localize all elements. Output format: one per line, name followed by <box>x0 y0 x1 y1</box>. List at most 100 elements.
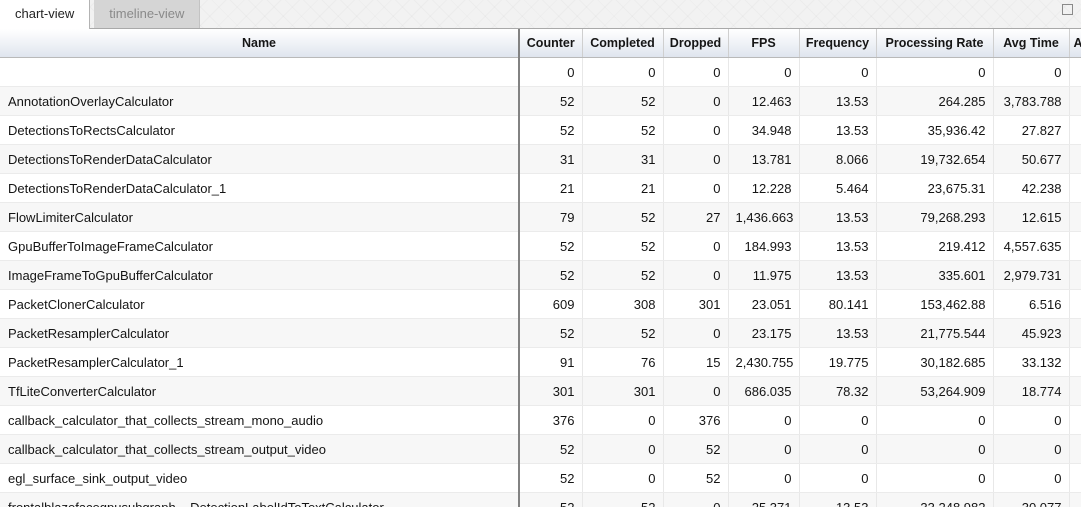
cell-name <box>0 58 519 87</box>
cell-clipped <box>1069 348 1081 377</box>
cell-value: 42.238 <box>993 174 1069 203</box>
cell-value: 0 <box>663 145 728 174</box>
cell-value: 0 <box>663 493 728 507</box>
cell-value: 686.035 <box>728 377 799 406</box>
cell-value: 52 <box>519 464 582 493</box>
table-row[interactable]: frontalblazefacegpusubgraph__DetectionLa… <box>0 493 1081 507</box>
cell-value: 33.132 <box>993 348 1069 377</box>
column-header-frequency[interactable]: Frequency <box>799 29 876 58</box>
cell-clipped <box>1069 290 1081 319</box>
column-header-fps[interactable]: FPS <box>728 29 799 58</box>
cell-value: 34.948 <box>728 116 799 145</box>
cell-value: 0 <box>799 435 876 464</box>
undock-square-icon[interactable] <box>1062 4 1073 15</box>
cell-value: 301 <box>582 377 663 406</box>
cell-value: 76 <box>582 348 663 377</box>
cell-name: PacketResamplerCalculator_1 <box>0 348 519 377</box>
table-row[interactable]: ImageFrameToGpuBufferCalculator5252011.9… <box>0 261 1081 290</box>
cell-value: 52 <box>582 232 663 261</box>
cell-value: 52 <box>582 87 663 116</box>
table-row[interactable]: GpuBufferToImageFrameCalculator52520184.… <box>0 232 1081 261</box>
column-header-a[interactable]: A <box>1069 29 1081 58</box>
cell-value: 52 <box>519 261 582 290</box>
cell-value: 13.53 <box>799 261 876 290</box>
cell-value: 13.781 <box>728 145 799 174</box>
cell-value: 79 <box>519 203 582 232</box>
cell-value: 19,732.654 <box>876 145 993 174</box>
table-row[interactable]: callback_calculator_that_collects_stream… <box>0 435 1081 464</box>
cell-value: 45.923 <box>993 319 1069 348</box>
tab-timeline-view[interactable]: timeline-view <box>94 0 200 28</box>
table-body: 0000000AnnotationOverlayCalculator525201… <box>0 58 1081 507</box>
cell-value: 23.051 <box>728 290 799 319</box>
cell-name: frontalblazefacegpusubgraph__DetectionLa… <box>0 493 519 507</box>
cell-value: 30.077 <box>993 493 1069 507</box>
cell-value: 0 <box>663 377 728 406</box>
table-row[interactable]: 0000000 <box>0 58 1081 87</box>
cell-value: 53,264.909 <box>876 377 993 406</box>
cell-value: 6.516 <box>993 290 1069 319</box>
cell-name: PacketResamplerCalculator <box>0 319 519 348</box>
table-row[interactable]: PacketResamplerCalculator5252023.17513.5… <box>0 319 1081 348</box>
cell-value: 52 <box>519 232 582 261</box>
cell-value: 301 <box>519 377 582 406</box>
cell-value: 219.412 <box>876 232 993 261</box>
cell-value: 184.993 <box>728 232 799 261</box>
cell-value: 13.53 <box>799 493 876 507</box>
cell-value: 0 <box>876 58 993 87</box>
cell-name: DetectionsToRectsCalculator <box>0 116 519 145</box>
cell-value: 0 <box>728 58 799 87</box>
table-row[interactable]: FlowLimiterCalculator7952271,436.66313.5… <box>0 203 1081 232</box>
cell-value: 0 <box>993 58 1069 87</box>
column-header-counter[interactable]: Counter <box>519 29 582 58</box>
cell-value: 0 <box>519 58 582 87</box>
cell-value: 91 <box>519 348 582 377</box>
table-header: NameCounterCompletedDroppedFPSFrequencyP… <box>0 29 1081 58</box>
cell-value: 2,979.731 <box>993 261 1069 290</box>
cell-value: 8.066 <box>799 145 876 174</box>
cell-name: TfLiteConverterCalculator <box>0 377 519 406</box>
cell-value: 78.32 <box>799 377 876 406</box>
cell-value: 3,783.788 <box>993 87 1069 116</box>
table-row[interactable]: PacketClonerCalculator60930830123.05180.… <box>0 290 1081 319</box>
cell-value: 27 <box>663 203 728 232</box>
stats-table: NameCounterCompletedDroppedFPSFrequencyP… <box>0 29 1081 507</box>
cell-value: 31 <box>519 145 582 174</box>
column-header-avg-time[interactable]: Avg Time <box>993 29 1069 58</box>
cell-value: 12.615 <box>993 203 1069 232</box>
column-header-completed[interactable]: Completed <box>582 29 663 58</box>
cell-value: 0 <box>876 435 993 464</box>
cell-clipped <box>1069 203 1081 232</box>
cell-value: 0 <box>663 319 728 348</box>
cell-value: 21 <box>582 174 663 203</box>
cell-value: 0 <box>582 406 663 435</box>
table-row[interactable]: AnnotationOverlayCalculator5252012.46313… <box>0 87 1081 116</box>
column-header-processing-rate[interactable]: Processing Rate <box>876 29 993 58</box>
table-row[interactable]: DetectionsToRenderDataCalculator3131013.… <box>0 145 1081 174</box>
cell-value: 52 <box>663 464 728 493</box>
table-row[interactable]: egl_surface_sink_output_video520520000 <box>0 464 1081 493</box>
cell-clipped <box>1069 261 1081 290</box>
table-row[interactable]: DetectionsToRenderDataCalculator_1212101… <box>0 174 1081 203</box>
table-row[interactable]: DetectionsToRectsCalculator5252034.94813… <box>0 116 1081 145</box>
table-row[interactable]: TfLiteConverterCalculator3013010686.0357… <box>0 377 1081 406</box>
tab-chart-view[interactable]: chart-view <box>0 0 90 29</box>
cell-value: 301 <box>663 290 728 319</box>
cell-value: 0 <box>582 435 663 464</box>
cell-value: 0 <box>663 87 728 116</box>
cell-value: 21,775.544 <box>876 319 993 348</box>
table-row[interactable]: PacketResamplerCalculator_19176152,430.7… <box>0 348 1081 377</box>
cell-value: 0 <box>663 174 728 203</box>
cell-value: 0 <box>663 261 728 290</box>
header-row: NameCounterCompletedDroppedFPSFrequencyP… <box>0 29 1081 58</box>
cell-value: 19.775 <box>799 348 876 377</box>
cell-value: 80.141 <box>799 290 876 319</box>
column-header-dropped[interactable]: Dropped <box>663 29 728 58</box>
cell-value: 30,182.685 <box>876 348 993 377</box>
cell-value: 50.677 <box>993 145 1069 174</box>
column-header-name[interactable]: Name <box>0 29 519 58</box>
cell-name: callback_calculator_that_collects_stream… <box>0 406 519 435</box>
table-row[interactable]: callback_calculator_that_collects_stream… <box>0 406 1081 435</box>
cell-value: 52 <box>582 261 663 290</box>
cell-value: 0 <box>799 58 876 87</box>
